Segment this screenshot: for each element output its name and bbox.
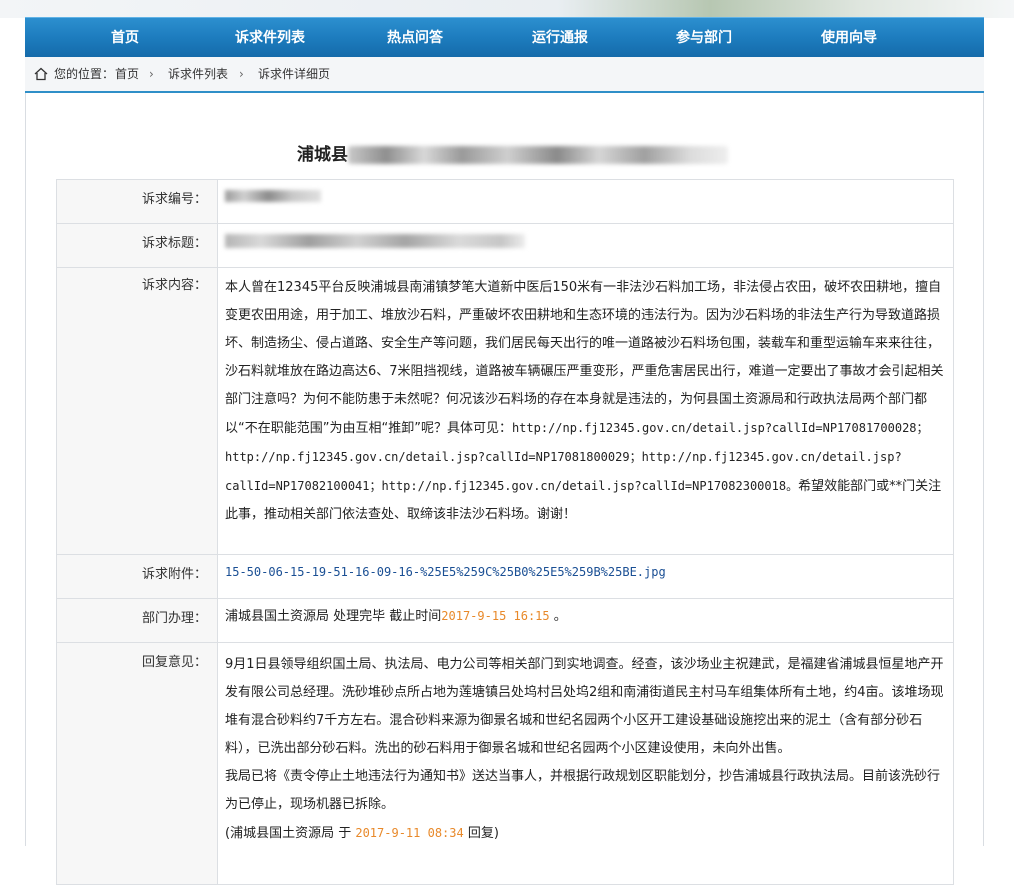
request-content-value: 本人曾在12345平台反映浦城县南浦镇梦笔大道新中医后150米有一非法沙石料加工… (217, 267, 954, 555)
table-row: 回复意见： 9月1日县领导组织国土局、执法局、电力公司等相关部门到实地调查。经查… (56, 642, 954, 885)
nav-item-home[interactable]: 首页 (111, 18, 139, 58)
breadcrumb-current: 诉求件详细页 (258, 67, 331, 81)
breadcrumb-prefix: 您的位置： (54, 67, 115, 81)
header-banner (0, 0, 1014, 18)
label-department: 部门办理： (56, 598, 218, 643)
reply-signature-suffix: 回复) (467, 826, 499, 841)
table-row: 诉求标题： (56, 223, 954, 268)
department-suffix: 。 (553, 609, 567, 624)
nav-item-request-list[interactable]: 诉求件列表 (235, 18, 305, 58)
request-content-text: 本人曾在12345平台反映浦城县南浦镇梦笔大道新中医后150米有一非法沙石料加工… (225, 280, 944, 436)
department-status-text: 浦城县国土资源局 处理完毕 截止时间 (225, 609, 442, 624)
label-request-number: 诉求编号： (56, 179, 218, 224)
breadcrumb-home[interactable]: 首页 (115, 67, 139, 81)
department-value: 浦城县国土资源局 处理完毕 截止时间2017-9-15 16:15 。 (217, 598, 954, 643)
label-reply: 回复意见： (56, 642, 218, 885)
label-request-content: 诉求内容： (56, 267, 218, 555)
nav-item-hot-qa[interactable]: 热点问答 (387, 18, 443, 58)
redacted-number-blur (225, 190, 321, 202)
nav-item-guide[interactable]: 使用向导 (821, 18, 877, 58)
home-icon (34, 67, 48, 81)
reply-paragraph-1: 9月1日县领导组织国土局、执法局、电力公司等相关部门到实地调查。经查，该沙场业主… (225, 657, 944, 756)
table-row: 部门办理： 浦城县国土资源局 处理完毕 截止时间2017-9-15 16:15 … (56, 598, 954, 643)
main-nav: 首页 诉求件列表 热点问答 运行通报 参与部门 使用向导 (25, 17, 984, 58)
breadcrumb-separator-icon: › (149, 67, 154, 81)
nav-item-reports[interactable]: 运行通报 (532, 18, 588, 58)
attachment-link[interactable]: 15-50-06-15-19-51-16-09-16-%25E5%259C%25… (225, 565, 666, 579)
redacted-title-blur (348, 146, 728, 164)
deadline-date: 2017-9-15 16:15 (441, 609, 550, 623)
table-row: 诉求附件： 15-50-06-15-19-51-16-09-16-%25E5%2… (56, 554, 954, 599)
table-row: 诉求编号： (56, 179, 954, 224)
label-request-subject: 诉求标题： (56, 223, 218, 268)
reply-signature-prefix: (浦城县国土资源局 于 (225, 826, 352, 841)
breadcrumb: 您的位置： 首页 › 诉求件列表 › 诉求件详细页 (25, 57, 984, 93)
attachment-value: 15-50-06-15-19-51-16-09-16-%25E5%259C%25… (217, 554, 954, 599)
reply-paragraph-2: 我局已将《责令停止土地违法行为通知书》送达当事人，并根据行政规划区职能划分，抄告… (225, 769, 941, 812)
reply-date: 2017-9-11 08:34 (355, 826, 464, 840)
breadcrumb-separator-icon: › (239, 67, 244, 81)
breadcrumb-request-list[interactable]: 诉求件列表 (168, 67, 228, 81)
request-subject-value (217, 223, 954, 268)
reply-signature: (浦城县国土资源局 于 2017-9-11 08:34 回复) (225, 819, 945, 848)
request-number-value (217, 179, 954, 224)
nav-item-departments[interactable]: 参与部门 (676, 18, 732, 58)
table-row: 诉求内容： 本人曾在12345平台反映浦城县南浦镇梦笔大道新中医后150米有一非… (56, 267, 954, 555)
redacted-subject-blur (225, 234, 525, 248)
page-title: 浦城县 (297, 140, 728, 165)
reply-value: 9月1日县领导组织国土局、执法局、电力公司等相关部门到实地调查。经查，该沙场业主… (217, 642, 954, 885)
label-attachment: 诉求附件： (56, 554, 218, 599)
page-title-text: 浦城县 (297, 145, 348, 165)
request-detail-table: 诉求编号： 诉求标题： 诉求内容： 本人曾在12345平台反映浦城县南浦镇梦笔大… (56, 179, 954, 885)
